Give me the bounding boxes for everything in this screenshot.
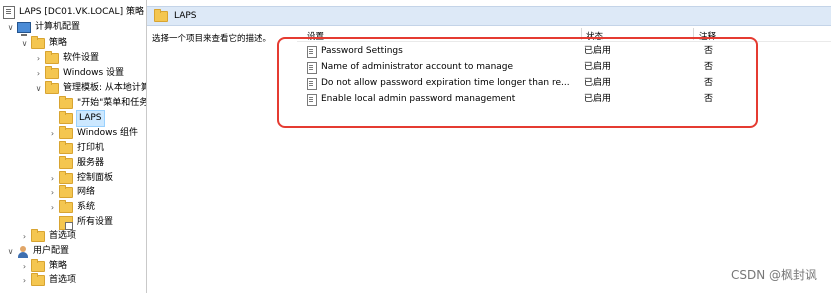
user-icon xyxy=(17,245,29,258)
folder-icon xyxy=(59,200,73,213)
tree-item-label: 计算机配置 xyxy=(35,22,81,32)
tree-item-computer-config[interactable]: ∨ 计算机配置 xyxy=(6,20,81,36)
tree-item-system[interactable]: › 系统 xyxy=(48,200,95,215)
folder-icon xyxy=(59,126,73,139)
tree-item-label: 服务器 xyxy=(77,158,105,168)
tree-item-label: 首选项 xyxy=(49,231,77,241)
tree-root-label: LAPS [DC01.VK.LOCAL] 策略 xyxy=(19,7,144,17)
folder-icon xyxy=(59,156,73,169)
tree-item-all-settings[interactable]: 所有设置 xyxy=(48,215,113,230)
tree-item-preferences[interactable]: › 首选项 xyxy=(20,229,76,244)
chevron-down-icon[interactable]: ∨ xyxy=(6,20,15,35)
tree-item-control-panel[interactable]: › 控制面板 xyxy=(48,171,113,186)
details-pane: LAPS 选择一个项目来查看它的描述。 设置 状态 注释 Password Se… xyxy=(147,0,831,293)
tree-item-label: 软件设置 xyxy=(63,53,100,63)
chevron-right-icon[interactable]: › xyxy=(20,229,29,244)
tree-item-windows-components[interactable]: › Windows 组件 xyxy=(48,126,138,141)
tree-item-label: 系统 xyxy=(77,202,96,212)
chevron-right-icon[interactable]: › xyxy=(34,51,43,66)
tree-item-user-policies[interactable]: › 策略 xyxy=(20,259,67,274)
chevron-down-icon[interactable]: ∨ xyxy=(20,36,29,51)
folder-icon xyxy=(59,141,73,154)
tree-item-label: "开始"菜单和任务 xyxy=(77,98,147,108)
tree-item-admin-templates[interactable]: ∨ 管理模板: 从本地计算 xyxy=(34,81,147,96)
chevron-right-icon[interactable]: › xyxy=(48,185,57,200)
tree-item-windows-settings[interactable]: › Windows 设置 xyxy=(34,66,124,81)
tree-item-label: 所有设置 xyxy=(77,217,114,227)
computer-icon xyxy=(17,22,31,36)
folder-icon xyxy=(45,66,59,79)
tree-item-label: 打印机 xyxy=(77,143,105,153)
tree-item-policies[interactable]: ∨ 策略 xyxy=(20,36,67,51)
tree-item-user-preferences[interactable]: › 首选项 xyxy=(20,273,76,288)
folder-icon xyxy=(31,36,45,49)
tree-item-label: 控制面板 xyxy=(77,173,114,183)
chevron-right-icon[interactable]: › xyxy=(48,171,57,186)
navigation-tree: LAPS [DC01.VK.LOCAL] 策略 ∨ 计算机配置 ∨ 策略 › 软… xyxy=(0,0,147,293)
tree-item-label: 策略 xyxy=(49,261,68,271)
chevron-right-icon[interactable]: › xyxy=(48,126,57,141)
tree-item-label: Windows 设置 xyxy=(63,68,125,78)
folder-icon xyxy=(59,185,73,198)
chevron-down-icon[interactable]: ∨ xyxy=(6,244,15,259)
description-text: 选择一个项目来查看它的描述。 xyxy=(152,34,272,44)
folder-icon xyxy=(31,229,45,242)
tree-item-label: Windows 组件 xyxy=(77,128,139,138)
folder-icon xyxy=(59,96,73,109)
chevron-right-icon[interactable]: › xyxy=(48,200,57,215)
folder-icon xyxy=(31,273,45,286)
tree-item-label: 管理模板: 从本地计算 xyxy=(63,83,147,93)
tree-item-label: 用户配置 xyxy=(33,246,70,256)
tree-item-label: LAPS xyxy=(76,110,105,127)
tree-item-laps[interactable]: LAPS xyxy=(48,110,105,127)
watermark: CSDN @枫封讽 xyxy=(730,268,817,282)
tree-item-start-menu[interactable]: "开始"菜单和任务 xyxy=(48,96,147,111)
folder-icon xyxy=(59,171,73,184)
annotation-highlight-box xyxy=(277,37,758,128)
tree-item-software-settings[interactable]: › 软件设置 xyxy=(34,51,99,66)
tree-root[interactable]: LAPS [DC01.VK.LOCAL] 策略 xyxy=(3,5,144,20)
tree-item-label: 策略 xyxy=(49,38,68,48)
chevron-down-icon[interactable]: ∨ xyxy=(34,81,43,96)
tree-item-server[interactable]: 服务器 xyxy=(48,156,104,171)
tree-item-label: 网络 xyxy=(77,187,96,197)
tree-item-network[interactable]: › 网络 xyxy=(48,185,95,200)
folder-icon xyxy=(154,8,168,22)
folder-icon xyxy=(59,111,73,124)
folder-icon xyxy=(45,81,59,94)
tree-item-label: 首选项 xyxy=(49,275,77,285)
all-settings-icon xyxy=(59,215,73,230)
folder-icon xyxy=(45,51,59,64)
chevron-right-icon[interactable]: › xyxy=(20,273,29,288)
tree-item-user-config[interactable]: ∨ 用户配置 xyxy=(6,244,69,259)
policy-doc-icon xyxy=(3,6,15,19)
chevron-right-icon[interactable]: › xyxy=(34,66,43,81)
tree-item-printers[interactable]: 打印机 xyxy=(48,141,104,156)
pane-header: LAPS xyxy=(147,6,831,26)
chevron-right-icon[interactable]: › xyxy=(20,259,29,274)
pane-title: LAPS xyxy=(174,11,197,21)
folder-icon xyxy=(31,259,45,272)
